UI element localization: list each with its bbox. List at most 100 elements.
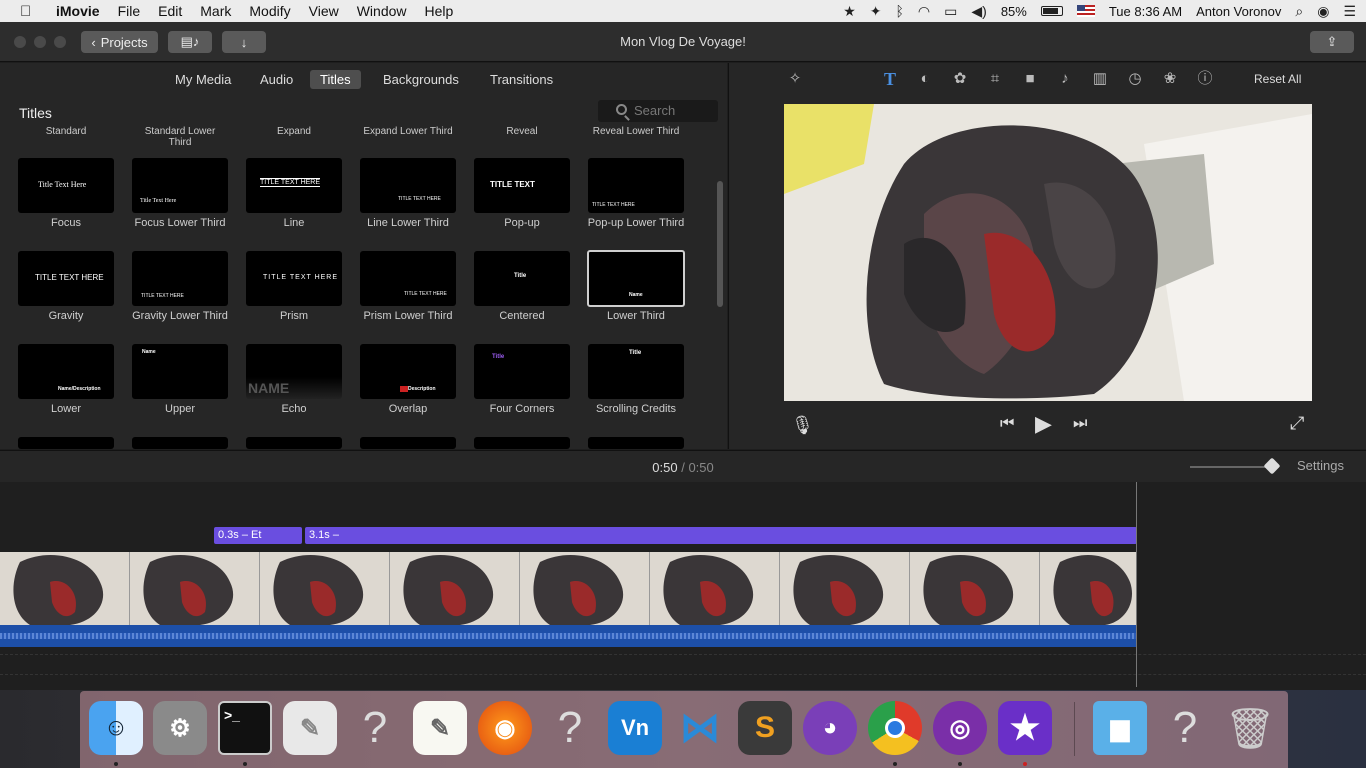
github-desktop-icon[interactable]: ◕ — [803, 701, 857, 755]
script-editor-icon[interactable]: ✎ — [283, 701, 337, 755]
imovie-icon[interactable]: ★ — [998, 701, 1052, 755]
title-label-reveal[interactable]: Reveal — [465, 126, 579, 137]
menu-file[interactable]: File — [118, 3, 141, 19]
title-tile[interactable] — [132, 437, 228, 449]
downloads-folder-icon[interactable]: ▆ — [1093, 701, 1147, 755]
title-tile-echo[interactable]: NAME — [246, 344, 342, 399]
spotlight-icon[interactable]: ⌕ — [1295, 3, 1303, 20]
camera-stabilization-icon[interactable]: ■ — [1021, 70, 1039, 88]
filter-icon[interactable]: ❀ — [1161, 70, 1179, 88]
app-menu[interactable]: iMovie — [56, 3, 100, 19]
equalizer-icon[interactable]: ▥ — [1091, 70, 1109, 88]
play-icon[interactable]: ▶ — [1035, 411, 1052, 437]
title-tile-upper[interactable]: Name — [132, 344, 228, 399]
magic-wand-icon[interactable]: ✧ — [786, 70, 804, 88]
title-label-expand[interactable]: Expand — [237, 126, 351, 137]
menu-view[interactable]: View — [309, 3, 339, 19]
tab-transitions[interactable]: Transitions — [480, 70, 563, 89]
user-name[interactable]: Anton Voronov — [1196, 4, 1281, 19]
vnc-viewer-icon[interactable]: Vn — [608, 701, 662, 755]
vscode-icon[interactable]: ⋈ — [673, 701, 727, 755]
siri-icon[interactable]: ◉ — [1317, 3, 1329, 20]
unknown-app-icon[interactable]: ? — [1158, 701, 1212, 755]
battery-percent[interactable]: 85% — [1001, 4, 1027, 19]
airplay-icon[interactable]: ▭ — [944, 3, 957, 20]
title-label-expand-lower-third[interactable]: Expand Lower Third — [351, 126, 465, 137]
title-tile-pop-up[interactable]: TITLE TEXT — [474, 158, 570, 213]
menu-edit[interactable]: Edit — [158, 3, 182, 19]
apple-menu-icon[interactable]:  — [20, 3, 40, 20]
video-preview[interactable] — [784, 104, 1312, 401]
title-label-reveal-lower-third[interactable]: Reveal Lower Third — [579, 126, 693, 137]
timeline-settings-button[interactable]: Settings — [1297, 458, 1344, 473]
menu-window[interactable]: Window — [357, 3, 407, 19]
title-tile-gravity-lower-third[interactable]: TITLE TEXT HERE — [132, 251, 228, 306]
menu-help[interactable]: Help — [425, 3, 454, 19]
skip-back-icon[interactable]: ⏮ — [1000, 415, 1014, 433]
title-label-standard-lower-third[interactable]: Standard Lower Third — [123, 126, 237, 148]
battery-icon[interactable] — [1040, 6, 1063, 16]
title-tile-prism-lower-third[interactable]: TITLE TEXT HERE — [360, 251, 456, 306]
title-tile-overlap[interactable]: Description — [360, 344, 456, 399]
tor-browser-icon[interactable]: ◎ — [933, 701, 987, 755]
title-tile-scrolling-credits[interactable]: Title — [588, 344, 684, 399]
chrome-icon[interactable] — [868, 701, 922, 755]
wifi-icon[interactable]: ◠ — [918, 3, 930, 20]
color-balance-icon[interactable]: ◐ — [916, 70, 934, 88]
volume-icon[interactable]: ♪ — [1056, 70, 1074, 88]
color-palette-icon[interactable]: ✿ — [951, 70, 969, 88]
tab-my-media[interactable]: My Media — [165, 70, 241, 89]
sublime-text-icon[interactable]: S — [738, 701, 792, 755]
title-clip[interactable]: 0.3s – Et — [214, 527, 302, 544]
playhead[interactable] — [1136, 482, 1137, 687]
notification-center-icon[interactable]: ☰ — [1343, 3, 1356, 20]
browser-scrollbar[interactable] — [717, 181, 723, 307]
title-tile-gravity[interactable]: TITLE TEXT HERE — [18, 251, 114, 306]
system-preferences-icon[interactable]: ⚙ — [153, 701, 207, 755]
menu-mark[interactable]: Mark — [200, 3, 231, 19]
title-tile-prism[interactable]: TITLE TEXT HERE — [246, 251, 342, 306]
title-tile[interactable] — [246, 437, 342, 449]
title-tile[interactable] — [360, 437, 456, 449]
menu-modify[interactable]: Modify — [249, 3, 290, 19]
title-tile[interactable] — [588, 437, 684, 449]
crop-icon[interactable]: ⌗ — [986, 70, 1004, 88]
title-label-standard[interactable]: Standard — [9, 126, 123, 137]
volume-icon[interactable]: ◀) — [971, 3, 986, 20]
clock[interactable]: Tue 8:36 AM — [1109, 4, 1182, 19]
input-source-flag-icon[interactable] — [1076, 5, 1095, 17]
title-tile-pop-up-lower-third[interactable]: TITLE TEXT HERE — [588, 158, 684, 213]
fullscreen-icon[interactable]: ⤢ — [1290, 413, 1304, 434]
unknown-app-icon[interactable]: ? — [348, 701, 402, 755]
title-tile-four-corners[interactable]: Title — [474, 344, 570, 399]
unknown-app-icon[interactable]: ? — [543, 701, 597, 755]
textedit-icon[interactable]: ✎ — [413, 701, 467, 755]
title-text-icon[interactable]: T — [881, 70, 899, 88]
title-tile-lower[interactable]: Name/Description — [18, 344, 114, 399]
title-tile-line-lower-third[interactable]: TITLE TEXT HERE — [360, 158, 456, 213]
skip-forward-icon[interactable]: ⏭ — [1073, 415, 1087, 433]
tab-audio[interactable]: Audio — [250, 70, 303, 89]
firefox-icon[interactable]: ◉ — [478, 701, 532, 755]
share-button[interactable]: ⇪ — [1310, 31, 1354, 53]
title-tile-lower-third[interactable]: Name — [587, 250, 685, 307]
zoom-slider-track[interactable] — [1190, 466, 1270, 468]
tab-backgrounds[interactable]: Backgrounds — [373, 70, 469, 89]
terminal-icon[interactable]: >_ — [218, 701, 272, 755]
timeline[interactable]: 0.3s – Et 3.1s – — [0, 482, 1366, 690]
tab-titles[interactable]: Titles — [310, 70, 361, 89]
info-icon[interactable]: ⓘ — [1196, 70, 1214, 88]
title-tile-focus[interactable]: Title Text Here — [18, 158, 114, 213]
audio-waveform-track[interactable] — [0, 625, 1137, 647]
bluetooth-icon[interactable]: ᛒ — [896, 3, 904, 19]
video-clip-filmstrip[interactable] — [0, 552, 1137, 625]
title-tile-line[interactable]: TITLE TEXT HERE — [246, 158, 342, 213]
title-tile[interactable] — [18, 437, 114, 449]
microphone-icon[interactable]: 🎙 — [791, 415, 814, 436]
status-app-icon[interactable]: ✦ — [870, 3, 882, 20]
title-tile[interactable] — [474, 437, 570, 449]
search-input[interactable]: Search — [598, 100, 718, 122]
trash-icon[interactable]: 🗑 — [1223, 701, 1277, 755]
title-tile-focus-lower-third[interactable]: Title Text Here — [132, 158, 228, 213]
title-tile-centered[interactable]: Title — [474, 251, 570, 306]
